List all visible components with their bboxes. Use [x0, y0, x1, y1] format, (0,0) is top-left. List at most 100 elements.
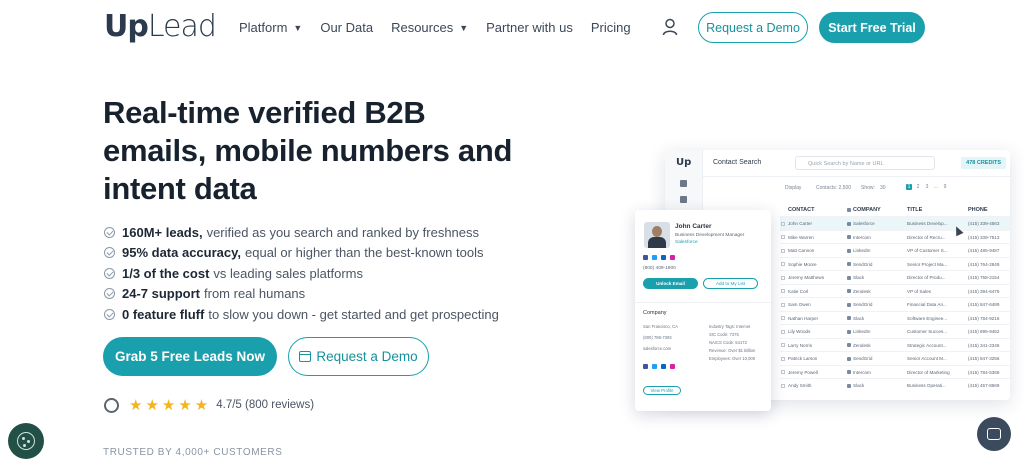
- page-button[interactable]: 9: [942, 184, 948, 190]
- row-title: Software Enginee...: [907, 315, 948, 321]
- grab-free-leads-button[interactable]: Grab 5 Free Leads Now: [103, 337, 277, 376]
- row-checkbox[interactable]: [781, 289, 785, 293]
- row-checkbox[interactable]: [781, 329, 785, 334]
- row-checkbox[interactable]: [781, 262, 785, 266]
- chevron-down-icon: ▼: [293, 22, 303, 33]
- table-row[interactable]: Andy Smith Slack Business Operati... (415) …: [780, 378, 1010, 392]
- row-contact[interactable]: Matt Cannon: [788, 248, 814, 253]
- table-row[interactable]: Jeremy Matthews Slack Director of Produ...…: [780, 270, 1010, 284]
- check-circle-icon: [104, 247, 115, 259]
- row-contact[interactable]: Patrick Larson: [788, 356, 817, 361]
- user-icon[interactable]: [662, 18, 678, 36]
- facebook-icon[interactable]: [643, 364, 648, 369]
- unlock-email-button[interactable]: Unlock Email: [643, 278, 698, 289]
- show-value[interactable]: 30: [880, 185, 886, 191]
- add-to-list-button[interactable]: Add to My List: [703, 278, 758, 289]
- row-contact[interactable]: Sophie Moore: [788, 262, 817, 267]
- page-button[interactable]: 3: [924, 184, 930, 190]
- trusted-by-label: TRUSTED BY 4,000+ CUSTOMERS: [103, 447, 283, 458]
- row-company: Slack: [847, 275, 864, 280]
- row-checkbox[interactable]: [781, 221, 785, 226]
- company-info: Revenue: Over $1 Billion: [709, 348, 756, 353]
- row-company: Intercom: [847, 235, 871, 240]
- table-row[interactable]: Matt Cannon LinkedIn VP of Customer S... (4…: [780, 243, 1010, 257]
- row-contact[interactable]: Lily Woods: [788, 329, 810, 334]
- table-row[interactable]: Mike Warren Intercom Director of Recru... (…: [780, 229, 1010, 244]
- row-checkbox[interactable]: [781, 343, 785, 347]
- row-contact[interactable]: Nathan Harper: [788, 316, 818, 321]
- row-phone: (415) 341-2346: [968, 342, 1000, 348]
- table-row[interactable]: Sam Owen SendGrid Financial Data An... (415…: [780, 297, 1010, 311]
- pagination: 1 2 3 ... 9: [906, 184, 948, 190]
- row-title: Director of Produ...: [907, 275, 946, 280]
- contact-company[interactable]: Salesforce: [675, 240, 698, 245]
- row-checkbox[interactable]: [781, 316, 785, 320]
- twitter-icon[interactable]: [652, 364, 657, 369]
- row-phone: (415) 485-9487: [968, 248, 1000, 253]
- page-button[interactable]: 2: [915, 184, 921, 190]
- row-contact[interactable]: Katie Corl: [788, 289, 808, 294]
- company-website[interactable]: salesforce.com: [643, 346, 671, 351]
- row-contact[interactable]: Jeremy Powell: [788, 370, 818, 375]
- contact-title: Business Development Manager: [675, 233, 745, 238]
- row-contact[interactable]: Jeremy Matthews: [788, 275, 824, 280]
- menu-partner[interactable]: Partner with us: [486, 20, 573, 35]
- row-contact[interactable]: Mike Warren: [788, 235, 814, 240]
- menu-our-data[interactable]: Our Data: [320, 20, 373, 35]
- company-info: NAICS Code: 54172: [709, 340, 747, 345]
- rating-text: 4.7/5 (800 reviews): [216, 399, 315, 411]
- credits-badge: 478 CREDITS: [961, 157, 1006, 169]
- row-checkbox[interactable]: [781, 235, 785, 239]
- table-row[interactable]: Patrick Larson SendGrid Senior Account M..…: [780, 351, 1010, 365]
- row-contact[interactable]: Larry Norris: [788, 343, 812, 348]
- linkedin-icon[interactable]: [661, 364, 666, 369]
- table-row[interactable]: Lily Woods LinkedIn Customer Succes... (415…: [780, 324, 1010, 338]
- row-title: Director of Recru...: [907, 234, 946, 240]
- table-header: CONTACT COMPANY TITLE PHONE: [788, 207, 988, 213]
- table-row[interactable]: Katie Corl Zendesk VP of Sales (415) 394-64…: [780, 283, 1010, 298]
- table-row[interactable]: Nathan Harper Slack Software Enginee... (41…: [780, 310, 1010, 325]
- display-label: Display: [785, 185, 802, 191]
- uplead-logo[interactable]: UpLead: [104, 9, 217, 44]
- instagram-icon[interactable]: [670, 364, 675, 369]
- table-row[interactable]: Jeremy Powell Intercom Director of Marketi…: [780, 364, 1010, 379]
- company-info: Employees: Over 10,000: [709, 356, 756, 361]
- linkedin-icon[interactable]: [661, 255, 666, 260]
- hero-request-demo-button[interactable]: Request a Demo: [288, 337, 429, 376]
- menu-pricing[interactable]: Pricing: [591, 20, 631, 35]
- row-company: SendGrid: [847, 262, 872, 267]
- row-checkbox[interactable]: [781, 248, 785, 253]
- request-demo-button[interactable]: Request a Demo: [698, 12, 808, 43]
- view-profile-button[interactable]: View Profile: [643, 386, 681, 395]
- app-search-input[interactable]: Quick Search by Name or URL: [795, 156, 935, 170]
- feature-item: 1/3 of the cost vs leading sales platform…: [104, 263, 499, 284]
- row-company: LinkedIn: [847, 329, 870, 334]
- cookie-settings-button[interactable]: [8, 423, 44, 459]
- table-row[interactable]: Sophie Moore SendGrid Senior Project Ma...…: [780, 256, 1010, 271]
- table-row[interactable]: John Carter Salesforce Business Develop...…: [780, 216, 1010, 230]
- row-checkbox[interactable]: [781, 302, 785, 307]
- star-rating: ★★★★★: [129, 397, 212, 414]
- app-logo: Up: [676, 157, 692, 168]
- row-checkbox[interactable]: [781, 370, 785, 374]
- chat-widget-button[interactable]: [977, 417, 1011, 451]
- row-checkbox[interactable]: [781, 356, 785, 361]
- menu-resources[interactable]: Resources ▼: [391, 20, 468, 35]
- start-free-trial-button[interactable]: Start Free Trial: [819, 12, 925, 43]
- table-row[interactable]: Larry Norris Zendesk Strategic Account... (…: [780, 337, 1010, 352]
- main-menu: Platform ▼ Our Data Resources ▼ Partner wi…: [239, 20, 649, 35]
- row-contact[interactable]: Sam Owen: [788, 302, 811, 307]
- twitter-icon[interactable]: [652, 255, 657, 260]
- menu-platform[interactable]: Platform ▼: [239, 20, 302, 35]
- instagram-icon[interactable]: [670, 255, 675, 260]
- contact-name: John Carter: [675, 223, 712, 230]
- check-circle-icon: [104, 226, 115, 238]
- row-checkbox[interactable]: [781, 275, 785, 280]
- facebook-icon[interactable]: [643, 255, 648, 260]
- row-contact[interactable]: Andy Smith: [788, 383, 812, 388]
- row-checkbox[interactable]: [781, 383, 785, 388]
- row-contact[interactable]: John Carter: [788, 221, 812, 226]
- page-button[interactable]: 1: [906, 184, 912, 190]
- contact-avatar: [644, 222, 670, 248]
- company-phone: (800) 786-7393: [643, 335, 672, 340]
